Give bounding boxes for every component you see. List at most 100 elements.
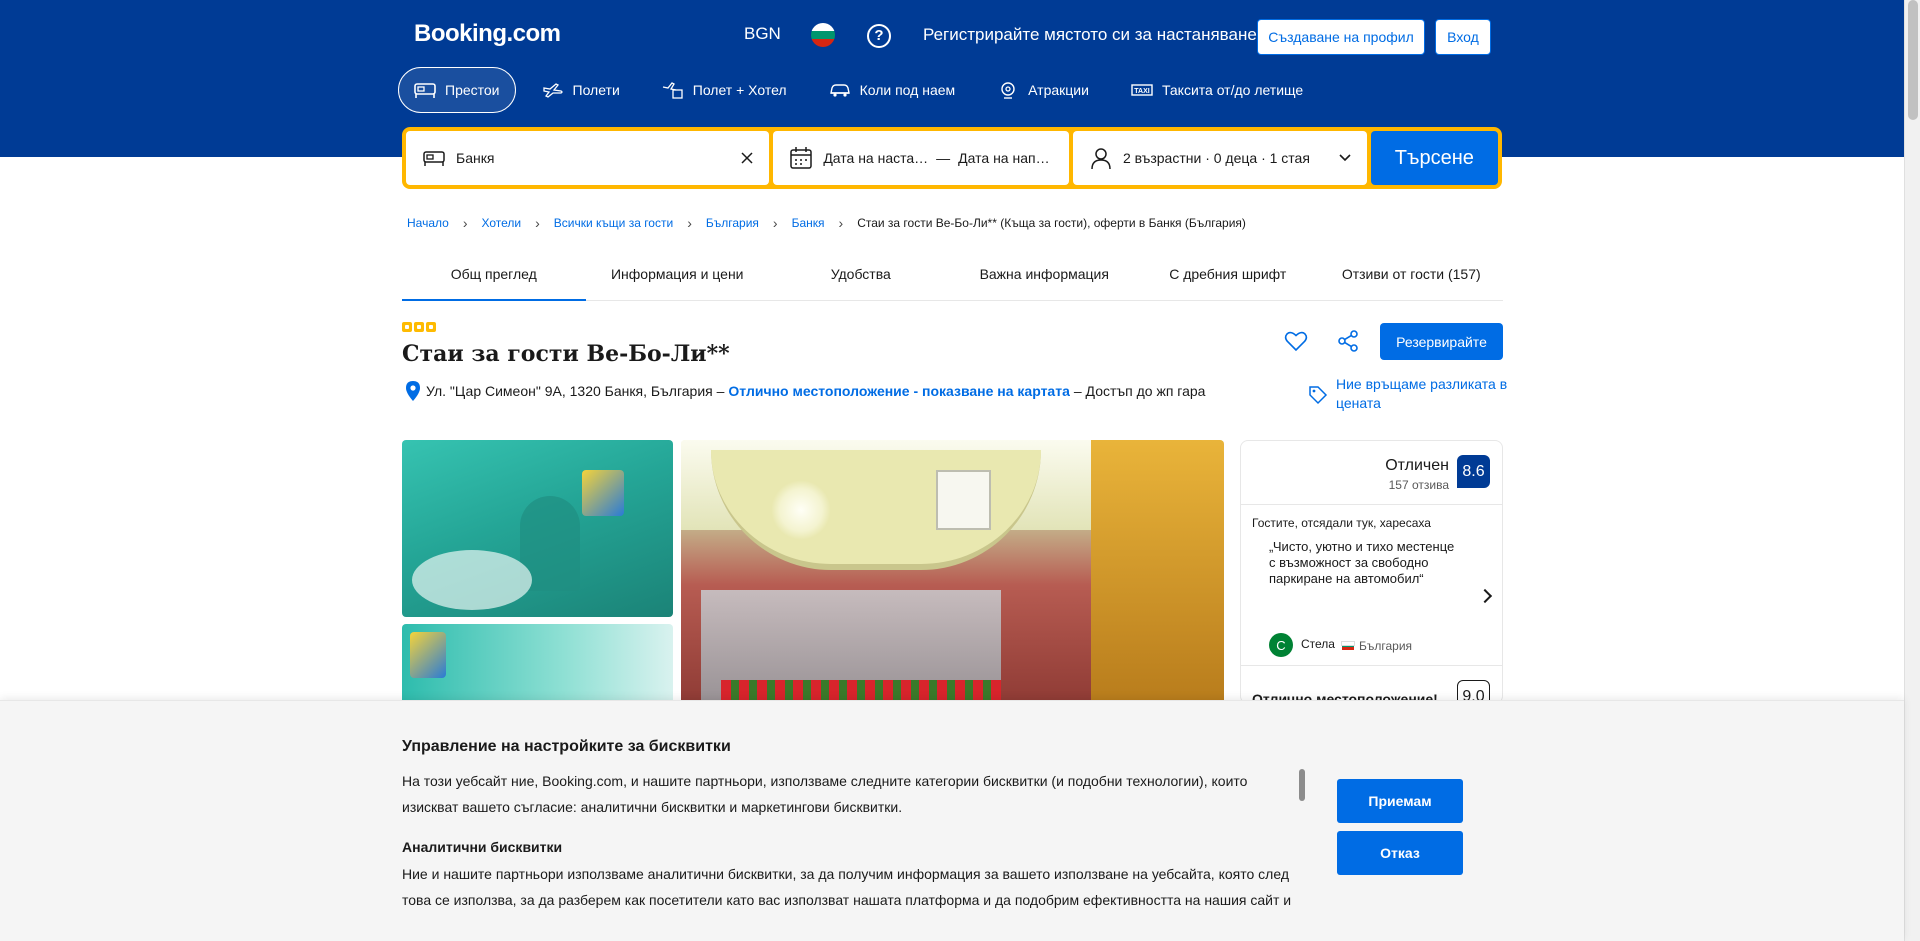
chevron-right-icon: ›	[535, 215, 540, 231]
tab-info-prices[interactable]: Информация и цени	[586, 253, 770, 300]
star-icon	[402, 322, 412, 332]
guests-field[interactable]: 2 възрастни · 0 деца · 1 стая	[1072, 131, 1367, 185]
language-flag-icon[interactable]	[811, 23, 835, 47]
nav-stays[interactable]: Престои	[398, 67, 516, 113]
clear-icon[interactable]	[741, 152, 753, 164]
bulgaria-flag-icon	[1341, 641, 1355, 650]
reviewer-country: България	[1341, 639, 1413, 653]
property-photo-main[interactable]	[681, 440, 1224, 704]
share-icon[interactable]	[1336, 329, 1360, 353]
chevron-right-icon: ›	[462, 215, 468, 231]
cookie-title: Управление на настройките за бисквитки	[402, 738, 731, 755]
review-summary-card: Отличен 157 отзива 8.6 Гостите, отсядали…	[1240, 440, 1503, 704]
star-icon	[414, 322, 424, 332]
taxi-icon: TAXI	[1131, 84, 1153, 96]
review-count: 157 отзива	[1388, 478, 1449, 492]
breadcrumb-country[interactable]: България	[706, 216, 759, 230]
reserve-button[interactable]: Резервирайте	[1380, 323, 1503, 360]
nav-flight-hotel-label: Полет + Хотел	[692, 82, 787, 98]
page-scrollbar[interactable]	[1904, 0, 1920, 941]
breadcrumb-current: Стаи за гости Ве-Бо-Ли** (Къща за гости)…	[857, 216, 1246, 230]
person-icon	[1091, 148, 1111, 170]
attractions-icon	[1001, 82, 1015, 99]
nav-airport-taxi[interactable]: TAXI Таксита от/до летище	[1115, 67, 1319, 113]
register-button[interactable]: Създаване на профил	[1257, 19, 1425, 55]
nav-flights-label: Полети	[572, 82, 620, 98]
destination-field[interactable]: Банкя	[406, 131, 770, 185]
show-map-link[interactable]: Отлично местоположение - показване на ка…	[728, 383, 1069, 399]
booking-logo[interactable]: Booking.com	[414, 20, 561, 48]
property-photo[interactable]	[402, 624, 673, 704]
search-bar: Банкя Дата на наста… — Дата на нап… 2 въ…	[402, 127, 1502, 189]
guests-value: 2 възрастни · 0 деца · 1 стая	[1122, 150, 1310, 166]
tab-house-rules[interactable]: Важна информация	[953, 253, 1137, 300]
price-tag-icon	[1309, 386, 1328, 405]
review-quote: „Чисто, уютно и тихо местенце с възможно…	[1269, 539, 1455, 586]
car-icon	[829, 84, 850, 97]
breadcrumb-home[interactable]: Начало	[407, 216, 449, 230]
chevron-right-icon: ›	[838, 215, 844, 231]
hotel-name: Стаи за гости Ве-Бо-Ли**	[402, 341, 730, 367]
bed-icon	[423, 151, 445, 166]
nav-car-rental[interactable]: Коли под наем	[813, 67, 972, 113]
checkin-value: Дата на наста…	[823, 150, 929, 166]
chevron-right-icon: ›	[772, 215, 778, 231]
cookie-analytics-body: Ние и нашите партньори използваме аналит…	[402, 866, 1292, 908]
nav-attractions-label: Атракции	[1028, 82, 1089, 98]
nav-flight-hotel[interactable]: Полет + Хотел	[646, 67, 803, 113]
svg-text:TAXI: TAXI	[1134, 88, 1149, 95]
signin-button[interactable]: Вход	[1435, 19, 1491, 55]
review-score-badge: 8.6	[1457, 455, 1490, 488]
reviewer-name: Стела	[1301, 637, 1335, 651]
help-icon[interactable]: ?	[867, 24, 891, 48]
hotel-address: Ул. "Цар Симеон" 9А, 1320 Банкя, Българи…	[406, 381, 1205, 401]
tab-fine-print[interactable]: С дребния шрифт	[1136, 253, 1320, 300]
list-property-link[interactable]: Регистрирайте мястото си за настаняване	[923, 25, 1257, 45]
accept-cookies-button[interactable]: Приемам	[1337, 779, 1463, 823]
reject-cookies-button[interactable]: Отказ	[1337, 831, 1463, 875]
scrollbar-thumb[interactable]	[1908, 0, 1918, 120]
cookie-text-scrollbar[interactable]	[1299, 769, 1305, 801]
breadcrumb-hotels[interactable]: Хотели	[481, 216, 521, 230]
chevron-down-icon	[1339, 154, 1351, 162]
nav-flights[interactable]: Полети	[526, 67, 636, 113]
cookie-body: На този уебсайт ние, Booking.com, и наши…	[402, 773, 1248, 815]
cookie-analytics-title: Аналитични бисквитки	[402, 839, 563, 855]
location-score-row: Отлично местоположение! 9.0	[1241, 665, 1502, 703]
dates-field[interactable]: Дата на наста… — Дата на нап…	[773, 131, 1069, 185]
heart-icon[interactable]	[1284, 329, 1308, 353]
price-match-text: Ние връщаме разликата в цената	[1336, 376, 1508, 411]
nav-attractions[interactable]: Атракции	[981, 67, 1105, 113]
price-match-link[interactable]: Ние връщаме разликата в цената	[1308, 375, 1508, 413]
chevron-right-icon: ›	[687, 215, 692, 231]
star-rating	[402, 322, 436, 332]
guests-liked-title: Гостите, отсядали тук, харесаха	[1252, 516, 1431, 530]
map-pin-icon	[406, 381, 420, 401]
address-suffix: – Достъп до жп гара	[1073, 383, 1206, 399]
breadcrumb-guesthouses[interactable]: Всички къщи за гости	[554, 216, 673, 230]
next-review-icon[interactable]	[1477, 588, 1493, 604]
breadcrumb-city[interactable]: Банкя	[792, 216, 825, 230]
product-nav: Престои Полети Полет + Хотел Коли под на…	[398, 67, 1329, 113]
tab-reviews[interactable]: Отзиви от гости (157)	[1320, 253, 1504, 300]
avatar: С	[1269, 633, 1293, 657]
tab-overview[interactable]: Общ преглед	[402, 253, 586, 301]
nav-airport-taxi-label: Таксита от/до летище	[1161, 82, 1304, 98]
destination-value: Банкя	[456, 150, 495, 166]
tab-facilities[interactable]: Удобства	[769, 253, 953, 300]
star-icon	[426, 322, 436, 332]
nav-car-rental-label: Коли под наем	[859, 82, 956, 98]
address-text: Ул. "Цар Симеон" 9А, 1320 Банкя, Българи…	[426, 383, 725, 399]
bed-icon	[414, 83, 436, 98]
property-photo[interactable]	[402, 440, 673, 617]
property-tabs: Общ преглед Информация и цени Удобства В…	[402, 253, 1503, 301]
review-score-header[interactable]: Отличен 157 отзива 8.6	[1241, 441, 1502, 505]
search-button[interactable]: Търсене	[1370, 131, 1498, 185]
nav-stays-label: Престои	[445, 82, 500, 98]
plane-icon	[542, 83, 563, 98]
breadcrumb: Начало › Хотели › Всички къщи за гости ›…	[407, 215, 1246, 231]
date-separator: —	[936, 150, 951, 166]
currency-selector[interactable]: BGN	[744, 24, 781, 44]
reviewer-country-name: България	[1359, 639, 1413, 653]
cookie-consent-banner: Управление на настройките за бисквитки Н…	[0, 700, 1904, 941]
